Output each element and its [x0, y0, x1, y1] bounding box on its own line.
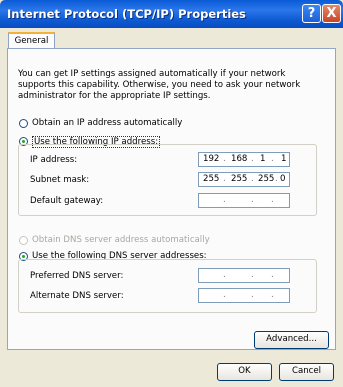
- obtain-ip-label: Obtain an IP address automatically: [32, 118, 183, 128]
- window-title: Internet Protocol (TCP/IP) Properties: [7, 7, 246, 21]
- preferred-dns-field[interactable]: ...: [198, 268, 290, 283]
- advanced-button[interactable]: Advanced...: [254, 331, 329, 349]
- close-button[interactable]: X: [322, 4, 341, 23]
- subnet-mask-field[interactable]: 255. 255. 255. 0: [198, 172, 290, 187]
- intro-text: You can get IP settings assigned automat…: [18, 69, 301, 101]
- alternate-dns-label: Alternate DNS server:: [30, 291, 124, 301]
- cancel-button[interactable]: Cancel: [279, 363, 334, 381]
- obtain-ip-radio[interactable]: [19, 119, 28, 128]
- default-gateway-label: Default gateway:: [30, 196, 104, 206]
- subnet-mask-label: Subnet mask:: [30, 175, 90, 185]
- title-bar[interactable]: Internet Protocol (TCP/IP) Properties ? …: [0, 0, 343, 28]
- dns-group: Preferred DNS server: ... Alternate DNS …: [18, 259, 317, 313]
- tab-general[interactable]: General: [8, 32, 55, 49]
- obtain-dns-label: Obtain DNS server address automatically: [32, 235, 210, 245]
- preferred-dns-label: Preferred DNS server:: [30, 271, 124, 281]
- ip-address-label: IP address:: [30, 155, 78, 165]
- default-gateway-field[interactable]: ...: [198, 193, 290, 208]
- obtain-dns-radio: [19, 236, 28, 245]
- ok-button[interactable]: OK: [217, 363, 272, 381]
- alternate-dns-field[interactable]: ...: [198, 288, 290, 303]
- help-button[interactable]: ?: [302, 4, 321, 23]
- properties-window: Internet Protocol (TCP/IP) Properties ? …: [0, 0, 343, 387]
- ip-address-group: IP address: 192. 168. 1. 1 Subnet mask: …: [18, 144, 317, 216]
- general-panel: You can get IP settings assigned automat…: [7, 48, 336, 350]
- ip-address-field[interactable]: 192. 168. 1. 1: [198, 152, 290, 167]
